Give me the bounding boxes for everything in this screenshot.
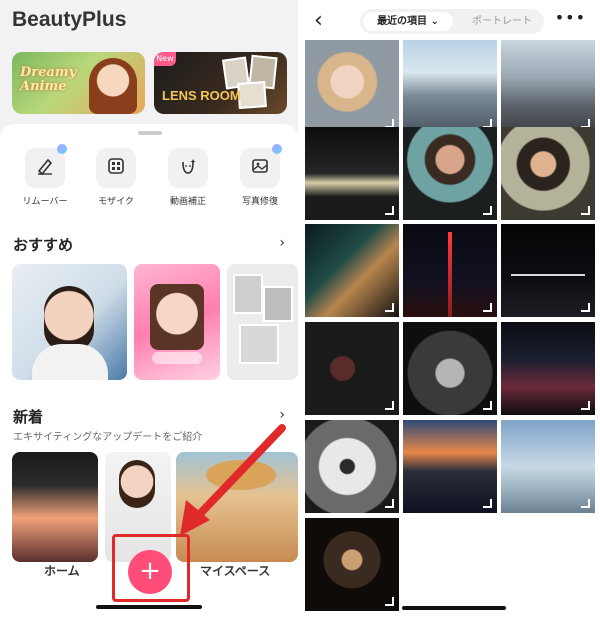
gallery-thumbnail[interactable] xyxy=(501,127,595,220)
nav-myspace[interactable]: マイスペース xyxy=(200,562,270,579)
select-corner-icon xyxy=(385,206,394,215)
gallery-thumbnail[interactable] xyxy=(403,127,497,220)
home-indicator xyxy=(96,605,202,609)
tower-image xyxy=(448,232,452,317)
back-chevron-icon[interactable]: ‹ xyxy=(314,8,323,33)
select-corner-icon xyxy=(581,499,590,508)
gallery-thumbnail[interactable] xyxy=(305,40,399,133)
select-corner-icon xyxy=(385,597,394,606)
gallery-thumbnail[interactable] xyxy=(403,40,497,133)
portrait-image xyxy=(32,344,108,380)
recommended-card-portrait[interactable] xyxy=(12,264,127,380)
gallery-thumbnail[interactable] xyxy=(403,224,497,317)
gallery-panel: ‹ 最近の項目 ⌄ ポートレート ••• xyxy=(300,0,600,617)
tool-mosaic[interactable]: モザイク xyxy=(86,148,146,207)
banner-dreamy-anime[interactable]: Dreamy Anime xyxy=(12,52,145,114)
home-panel: BeautyPlus Dreamy Anime New LENS ROOM リム… xyxy=(0,0,298,617)
sticker-portrait-image xyxy=(150,284,204,350)
select-corner-icon xyxy=(385,401,394,410)
gallery-thumbnail[interactable] xyxy=(305,518,399,611)
album-segment: 最近の項目 ⌄ ポートレート xyxy=(360,9,544,34)
select-corner-icon xyxy=(581,206,590,215)
tool-label: 動画補正 xyxy=(169,197,206,207)
gallery-thumbnail[interactable] xyxy=(305,420,399,513)
premium-diamond-icon xyxy=(57,144,67,154)
tool-label: モザイク xyxy=(98,197,134,207)
album-selector[interactable]: 最近の項目 ⌄ xyxy=(363,12,453,31)
new-card-sky[interactable] xyxy=(12,452,98,562)
new-badge: New xyxy=(154,52,176,66)
premium-diamond-icon xyxy=(272,144,282,154)
new-subtitle: エキサイティングなアップデートをご紹介 xyxy=(13,432,203,443)
eraser-icon xyxy=(35,156,55,180)
tool-label: 写真修復 xyxy=(241,197,278,207)
gallery-thumbnail[interactable] xyxy=(501,322,595,415)
select-corner-icon xyxy=(385,499,394,508)
sticker-decoration xyxy=(152,352,202,364)
gallery-thumbnail[interactable] xyxy=(305,224,399,317)
tool-retouch[interactable]: 動画補正 xyxy=(158,148,218,207)
home-indicator xyxy=(402,606,506,610)
new-card-sunhat[interactable] xyxy=(176,452,298,562)
select-corner-icon xyxy=(581,303,590,312)
banner-lens-room[interactable]: New LENS ROOM xyxy=(154,52,287,114)
collage-image xyxy=(239,324,279,364)
collage-image xyxy=(233,274,263,314)
photo-frame-image xyxy=(237,81,267,109)
portrait-image xyxy=(119,460,155,508)
chevron-right-icon[interactable]: › xyxy=(279,407,285,423)
select-corner-icon xyxy=(385,303,394,312)
mosaic-icon xyxy=(106,156,126,180)
select-corner-icon xyxy=(483,401,492,410)
tool-label: リムーバー xyxy=(22,197,68,207)
select-corner-icon xyxy=(483,303,492,312)
select-corner-icon xyxy=(483,206,492,215)
collage-image xyxy=(263,286,293,322)
gallery-thumbnail[interactable] xyxy=(305,322,399,415)
gallery-thumbnail[interactable] xyxy=(403,420,497,513)
select-corner-icon xyxy=(581,401,590,410)
gallery-thumbnail[interactable] xyxy=(403,322,497,415)
photo-restore-icon xyxy=(250,156,270,180)
chevron-down-icon: ⌄ xyxy=(430,16,439,27)
tool-remover[interactable]: リムーバー xyxy=(15,144,75,207)
tool-photo-restore[interactable]: 写真修復 xyxy=(230,144,290,207)
tab-portrait[interactable]: ポートレート xyxy=(464,12,540,31)
banner-label: Dreamy Anime xyxy=(20,65,77,94)
hat-image xyxy=(206,460,276,490)
gallery-thumbnail[interactable] xyxy=(501,224,595,317)
gallery-thumbnail[interactable] xyxy=(501,420,595,513)
screen: BeautyPlus Dreamy Anime New LENS ROOM リム… xyxy=(0,0,600,617)
face-retouch-icon xyxy=(178,156,198,180)
portrait-image xyxy=(44,286,94,352)
add-button[interactable]: + xyxy=(128,550,172,594)
select-corner-icon xyxy=(483,499,492,508)
recommended-title: おすすめ xyxy=(13,236,74,254)
sheet-handle[interactable] xyxy=(138,131,162,135)
anime-girl-image xyxy=(89,58,137,114)
chevron-right-icon[interactable]: › xyxy=(279,235,285,251)
bridge-image xyxy=(511,274,585,276)
app-title: BeautyPlus xyxy=(12,8,127,31)
recommended-card-sticker[interactable] xyxy=(134,264,220,380)
banner-label: LENS ROOM xyxy=(162,88,241,103)
more-options-icon[interactable]: ••• xyxy=(555,8,586,27)
album-selector-label: 最近の項目 xyxy=(377,16,428,27)
gallery-thumbnail[interactable] xyxy=(501,40,595,133)
recommended-card-collage[interactable] xyxy=(227,264,298,380)
nav-home[interactable]: ホーム xyxy=(44,562,80,579)
new-title: 新着 xyxy=(13,408,44,426)
gallery-thumbnail[interactable] xyxy=(305,127,399,220)
